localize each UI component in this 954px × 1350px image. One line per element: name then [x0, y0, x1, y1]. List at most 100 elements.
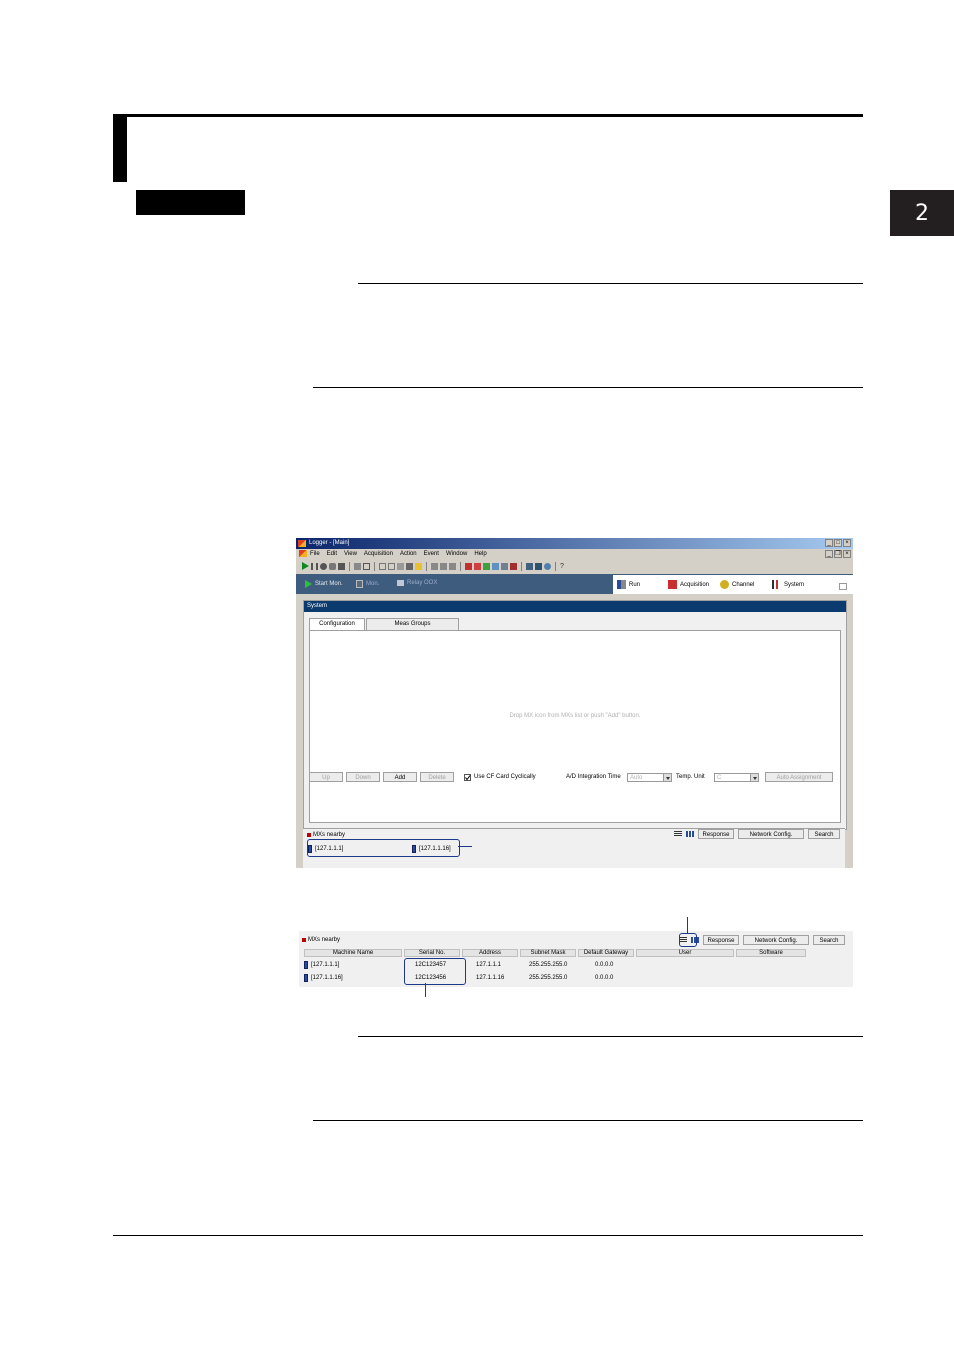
- column-subnet-mask[interactable]: Subnet Mask: [520, 949, 576, 957]
- down-button[interactable]: Down: [346, 772, 380, 782]
- doc-close-icon[interactable]: ×: [843, 550, 851, 558]
- record-icon[interactable]: [320, 562, 327, 570]
- monitor-icon: [356, 580, 363, 588]
- search-button[interactable]: Search: [813, 935, 845, 945]
- column-software[interactable]: Software: [736, 949, 806, 957]
- network-config-button[interactable]: Network Config.: [743, 935, 809, 945]
- report-icon[interactable]: [535, 562, 542, 570]
- column-machine-name[interactable]: Machine Name: [304, 949, 402, 957]
- tab-run[interactable]: Run: [617, 580, 640, 589]
- tab-close-icon[interactable]: [839, 583, 847, 590]
- menu-acquisition[interactable]: Acquisition: [364, 549, 393, 559]
- monitor-icon[interactable]: [526, 562, 533, 570]
- search-button[interactable]: Search: [808, 829, 840, 839]
- delete-button[interactable]: Delete: [420, 772, 454, 782]
- response-button[interactable]: Response: [703, 935, 739, 945]
- menu-file[interactable]: File: [310, 549, 320, 559]
- trend-icon[interactable]: [483, 562, 490, 570]
- copy-icon[interactable]: [388, 562, 395, 570]
- column-default-gateway[interactable]: Default Gateway: [578, 949, 634, 957]
- tab-acquisition[interactable]: Acquisition: [668, 580, 709, 589]
- callout-line: [458, 846, 472, 848]
- view3-icon[interactable]: [449, 562, 456, 570]
- folder-icon[interactable]: [415, 562, 422, 570]
- monitor-button[interactable]: Mon.: [356, 580, 379, 588]
- subnet-cell: 255.255.255.0: [529, 962, 568, 968]
- add-button[interactable]: Add: [383, 772, 417, 782]
- system-icon: [772, 580, 781, 589]
- callout-line: [687, 917, 689, 933]
- menu-action[interactable]: Action: [400, 549, 417, 559]
- alarm-icon[interactable]: [465, 562, 472, 570]
- logger-window-screenshot: Logger - [Main] _ □ × File Edit View Acq…: [296, 538, 853, 868]
- acquisition-icon: [668, 580, 677, 589]
- configuration-controls: Up Down Add Delete Use CF Card Cyclicall…: [309, 771, 841, 783]
- table-icon[interactable]: [492, 562, 499, 570]
- start-monitor-button[interactable]: Start Mon.: [305, 580, 343, 588]
- view2-icon[interactable]: [440, 562, 447, 570]
- tab-system[interactable]: System: [772, 580, 804, 589]
- temp-unit-select[interactable]: C: [714, 772, 759, 782]
- list-view-highlight: [679, 933, 697, 947]
- table-row[interactable]: [127.1.1.1]: [304, 961, 339, 969]
- callout-line: [425, 983, 427, 997]
- response-button[interactable]: Response: [698, 829, 734, 839]
- section-label-bar: [136, 190, 245, 215]
- menu-bar: File Edit View Acquisition Action Event …: [296, 549, 853, 559]
- ad-integration-label: A/D Integration Time: [566, 774, 621, 780]
- footer-rule: [113, 1235, 863, 1236]
- step-icon[interactable]: [329, 562, 336, 570]
- minimize-icon[interactable]: _: [825, 539, 833, 547]
- column-address[interactable]: Address: [462, 949, 518, 957]
- list-view-icon[interactable]: [674, 831, 682, 837]
- menu-view[interactable]: View: [344, 549, 357, 559]
- help-icon[interactable]: ?: [560, 563, 567, 570]
- settings-icon[interactable]: [544, 562, 551, 570]
- procedure-rule-3: [358, 1036, 863, 1037]
- gateway-cell: 0.0.0.0: [595, 962, 614, 968]
- address-cell: 127.1.1.16: [476, 975, 505, 981]
- auto-assignment-button[interactable]: Auto Assignment: [765, 772, 833, 782]
- relay-button[interactable]: Relay OOX: [397, 580, 437, 586]
- close-icon[interactable]: ×: [843, 539, 851, 547]
- find-icon[interactable]: [406, 562, 413, 570]
- cut-icon[interactable]: [379, 562, 386, 570]
- column-user[interactable]: User: [636, 949, 734, 957]
- procedure-rule-1: [358, 283, 863, 284]
- menu-help[interactable]: Help: [474, 549, 486, 559]
- configuration-area[interactable]: Drop MX icon from MXs list or push "Add"…: [309, 630, 841, 823]
- start-icon[interactable]: [302, 562, 309, 570]
- grid-icon[interactable]: [501, 562, 508, 570]
- section-marker: [113, 114, 127, 182]
- tab-channel[interactable]: Channel: [720, 580, 754, 589]
- network-config-button[interactable]: Network Config.: [738, 829, 804, 839]
- table-row[interactable]: [127.1.1.16]: [304, 974, 343, 982]
- paste-icon[interactable]: [397, 562, 404, 570]
- menu-event[interactable]: Event: [424, 549, 439, 559]
- menu-window[interactable]: Window: [446, 549, 467, 559]
- tab-configuration[interactable]: Configuration: [309, 618, 365, 630]
- serial-no-highlight: [404, 958, 466, 985]
- meter-icon[interactable]: [510, 562, 517, 570]
- doc-minimize-icon[interactable]: _: [825, 550, 833, 558]
- gateway-cell: 0.0.0.0: [595, 975, 614, 981]
- window-titlebar: Logger - [Main] _ □ ×: [296, 538, 853, 549]
- tab-meas-groups[interactable]: Meas Groups: [366, 618, 459, 630]
- column-serial-no[interactable]: Serial No.: [404, 949, 460, 957]
- menu-edit[interactable]: Edit: [327, 549, 337, 559]
- link-icon[interactable]: [363, 562, 370, 570]
- system-title-bar: System: [304, 601, 846, 612]
- clear-icon[interactable]: [474, 562, 481, 570]
- pause-icon[interactable]: [311, 562, 318, 570]
- logger-app-icon: [298, 540, 306, 547]
- detail-view-icon[interactable]: [686, 831, 694, 837]
- doc-restore-icon[interactable]: ❐: [834, 550, 842, 558]
- ad-integration-select[interactable]: Auto: [627, 772, 672, 782]
- stop-icon[interactable]: [338, 562, 345, 570]
- maximize-icon[interactable]: □: [834, 539, 842, 547]
- chevron-down-icon: [663, 772, 672, 782]
- use-cf-checkbox[interactable]: [464, 773, 471, 781]
- up-button[interactable]: Up: [309, 772, 343, 782]
- view1-icon[interactable]: [431, 562, 438, 570]
- marker-icon[interactable]: [354, 562, 361, 570]
